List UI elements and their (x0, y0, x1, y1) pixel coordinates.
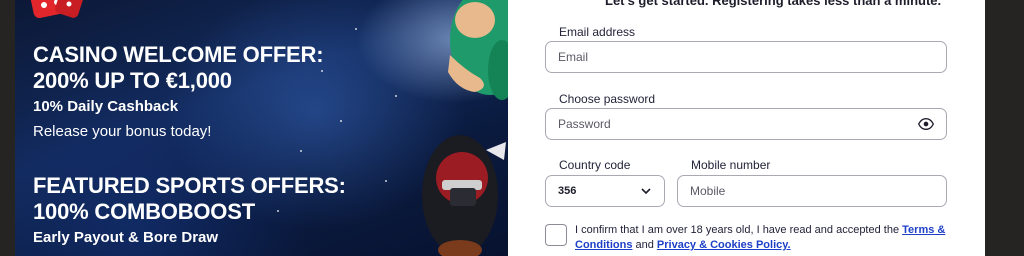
star (385, 180, 387, 182)
email-label: Email address (559, 25, 636, 39)
age-consent-checkbox[interactable] (545, 224, 567, 246)
password-label: Choose password (559, 92, 656, 106)
country-code-select[interactable]: 356 (545, 175, 665, 207)
casino-title-line2: 200% UP TO €1,000 (33, 68, 232, 93)
email-input[interactable] (558, 50, 934, 64)
mobile-input[interactable] (690, 184, 934, 198)
casino-release-text: Release your bonus today! (33, 123, 212, 140)
consent-and: and (632, 239, 657, 251)
casino-cashback: 10% Daily Cashback (33, 98, 179, 115)
dice-icon (28, 0, 83, 19)
consent-text: I confirm that I am over 18 years old, I… (575, 223, 955, 253)
page-edge (985, 0, 1024, 256)
privacy-link[interactable]: Privacy & Cookies Policy. (657, 239, 791, 251)
registration-form: Let's get started. Registering takes les… (508, 0, 985, 256)
eye-icon[interactable] (918, 116, 934, 132)
password-input[interactable] (558, 117, 918, 131)
star (340, 120, 342, 122)
mobile-label: Mobile number (691, 158, 771, 172)
promo-panel: CASINO WELCOME OFFER: 200% UP TO €1,000 … (15, 0, 508, 256)
mobile-field[interactable] (677, 175, 947, 207)
consent-prefix: I confirm that I am over 18 years old, I… (575, 224, 903, 236)
star (300, 150, 302, 152)
sports-offer: FEATURED SPORTS OFFERS: 100% COMBOBOOST … (33, 173, 346, 248)
country-code-value: 356 (558, 185, 577, 197)
password-field[interactable] (545, 108, 947, 140)
casino-title-line1: CASINO WELCOME OFFER: (33, 42, 324, 67)
country-code-label: Country code (559, 158, 631, 172)
casino-offer: CASINO WELCOME OFFER: 200% UP TO €1,000 … (33, 42, 324, 142)
form-intro: Let's get started. Registering takes les… (605, 0, 942, 8)
star (355, 28, 357, 30)
sports-title-line2: 100% COMBOBOOST (33, 199, 255, 224)
sports-title-line1: FEATURED SPORTS OFFERS: (33, 173, 346, 198)
sports-early-payout: Early Payout & Bore Draw (33, 229, 219, 246)
email-field[interactable] (545, 41, 947, 73)
star (395, 95, 397, 97)
chevron-down-icon (641, 188, 651, 195)
hero-artwork (422, 0, 508, 256)
